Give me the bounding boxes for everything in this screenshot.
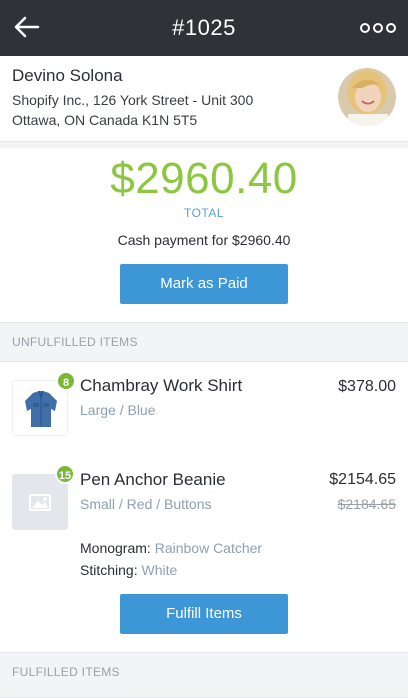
property-key: Stitching: [80,562,138,578]
fulfill-items-button[interactable]: Fulfill Items [120,594,288,634]
item-property: Stitching: White [80,562,177,578]
unfulfilled-section-header: UNFULFILLED ITEMS [0,322,408,362]
total-label: TOTAL [183,206,225,220]
customer-name: Devino Solona [12,66,123,85]
payment-summary: $2960.40 TOTAL Cash payment for $2960.40… [0,148,408,322]
item-price: $2154.65 [329,471,396,488]
property-value: Rainbow Catcher [154,540,263,556]
fulfilled-section-header: FULFILLED ITEMS [0,652,408,698]
property-value: White [141,562,178,578]
item-original-price: $2184.65 [337,496,396,512]
quantity-badge: 15 [55,464,75,484]
customer-avatar [338,68,396,126]
top-bar: #1025 [0,0,408,56]
customer-card[interactable]: Devino Solona Shopify Inc., 126 York Str… [0,56,408,142]
mark-as-paid-button[interactable]: Mark as Paid [120,264,288,304]
item-variant: Small / Red / Buttons [80,496,212,512]
more-dots-icon[interactable] [360,20,396,36]
property-key: Monogram: [80,540,151,556]
quantity-badge: 8 [56,371,76,391]
item-name[interactable]: Chambray Work Shirt [80,376,242,396]
address-line-2: Ottawa, ON Canada K1N 5T5 [12,112,198,128]
item-name[interactable]: Pen Anchor Beanie [80,470,226,490]
unfulfilled-items-list: 8 Chambray Work Shirt Large / Blue $378.… [0,362,408,652]
section-title: UNFULFILLED ITEMS [12,335,138,349]
item-variant: Large / Blue [80,402,156,418]
item-property: Monogram: Rainbow Catcher [80,540,262,556]
address-line-1: Shopify Inc., 126 York Street - Unit 300 [12,92,254,108]
item-price: $378.00 [338,378,396,395]
section-title: FULFILLED ITEMS [12,665,120,679]
total-amount: $2960.40 [110,154,298,203]
payment-note: Cash payment for $2960.40 [117,232,291,248]
order-title: #1025 [172,15,236,40]
